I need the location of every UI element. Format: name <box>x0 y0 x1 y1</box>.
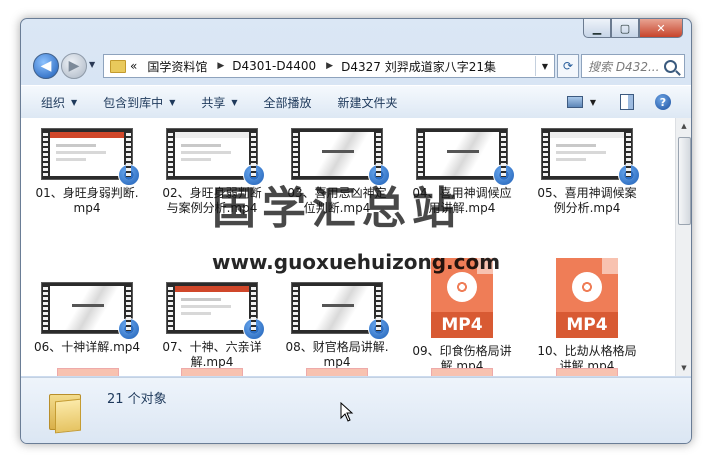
folder-icon <box>110 59 126 73</box>
watermark-url: www.guoxuehuizong.com <box>212 250 501 274</box>
view-dropdown[interactable]: ▼ <box>587 90 599 114</box>
file-item[interactable]: MP4 09、印食伤格局讲解.mp4 <box>406 258 518 374</box>
search-box[interactable]: 搜索 D432... <box>581 54 685 78</box>
search-input[interactable]: 搜索 D432... <box>588 58 662 75</box>
minimize-icon: ▁ <box>592 21 602 35</box>
triangle-up-icon: ▲ <box>681 122 687 130</box>
scrollbar-thumb[interactable] <box>678 137 691 225</box>
chevron-down-icon: ▼ <box>71 97 78 107</box>
video-thumbnail <box>291 282 390 340</box>
back-button[interactable]: ◀ <box>33 53 59 79</box>
film-reel-icon <box>572 272 602 302</box>
file-item[interactable]: 01、身旺身弱判断.mp4 <box>31 128 143 216</box>
maximize-icon: ▢ <box>619 21 631 35</box>
file-item[interactable]: 06、十神详解.mp4 <box>31 282 143 355</box>
chevron-down-icon: ▼ <box>541 61 549 71</box>
help-button[interactable]: ? <box>653 90 673 114</box>
scroll-down-button[interactable]: ▼ <box>676 360 691 376</box>
new-folder-button[interactable]: 新建文件夹 <box>332 90 404 114</box>
file-item[interactable]: 05、喜用神调候案例分析.mp4 <box>531 128 643 216</box>
film-reel-icon <box>447 272 477 302</box>
change-view-button[interactable] <box>565 90 585 114</box>
file-item[interactable]: 07、十神、六亲详解.mp4 <box>156 282 268 370</box>
file-name: 05、喜用神调候案例分析.mp4 <box>537 186 637 215</box>
breadcrumb-item[interactable]: D4327 刘羿成道家八字21集 <box>341 58 496 75</box>
partial-file-item[interactable] <box>181 368 243 376</box>
file-item[interactable]: MP4 10、比劫从格格局讲解.mp4 <box>531 258 643 374</box>
mouse-cursor-icon <box>340 402 354 422</box>
chevron-down-icon: ▼ <box>589 97 597 107</box>
share-label: 共享 <box>201 95 226 110</box>
folder-icon <box>49 390 81 434</box>
search-icon[interactable] <box>664 59 677 73</box>
file-name: 06、十神详解.mp4 <box>33 340 141 354</box>
chevron-down-icon: ▼ <box>231 97 238 107</box>
watermark-title: 国学汇总站 <box>212 183 462 234</box>
file-name: 01、身旺身弱判断.mp4 <box>35 186 139 215</box>
chevron-right-icon[interactable]: ▶ <box>326 61 333 71</box>
close-button[interactable]: ✕ <box>639 19 683 38</box>
close-icon: ✕ <box>656 21 666 35</box>
arrow-left-icon: ◀ <box>40 58 52 74</box>
include-in-library-button[interactable]: 包含到库中 ▼ <box>97 90 181 114</box>
share-button[interactable]: 共享 ▼ <box>195 90 243 114</box>
help-icon: ? <box>655 94 671 110</box>
address-row: ◀ ▶ ▼ « 国学资料馆 ▶ D4301-D4400 ▶ D4327 刘羿成道… <box>29 51 685 79</box>
item-count: 21 个对象 <box>107 392 167 407</box>
breadcrumb-item[interactable]: D4301-D4400 <box>232 59 316 73</box>
file-item[interactable]: 08、财官格局讲解.mp4 <box>281 282 393 370</box>
file-name: 07、十神、六亲详解.mp4 <box>162 340 262 369</box>
breadcrumb-overflow[interactable]: « <box>130 59 137 73</box>
media-player-icon <box>118 318 140 340</box>
address-dropdown[interactable]: ▼ <box>535 56 554 76</box>
include-in-library-label: 包含到库中 <box>103 95 164 110</box>
refresh-button[interactable]: ⟳ <box>557 54 579 78</box>
organize-label: 组织 <box>41 95 66 110</box>
address-bar[interactable]: « 国学资料馆 ▶ D4301-D4400 ▶ D4327 刘羿成道家八字21集… <box>103 54 555 78</box>
play-all-label: 全部播放 <box>263 95 312 110</box>
partial-file-item[interactable] <box>57 368 119 376</box>
refresh-icon: ⟳ <box>562 59 574 73</box>
maximize-button[interactable]: ▢ <box>611 19 639 38</box>
minimize-button[interactable]: ▁ <box>583 19 611 38</box>
partial-file-item[interactable] <box>556 368 618 376</box>
view-icon <box>567 96 583 108</box>
file-list[interactable]: 01、身旺身弱判断.mp4 02、身旺身弱判断与案例分析.mp4 03、喜用忌凶… <box>21 118 675 376</box>
preview-pane-button[interactable] <box>617 90 637 114</box>
vertical-scrollbar[interactable]: ▲ ▼ <box>675 118 691 376</box>
command-bar: 组织 ▼ 包含到库中 ▼ 共享 ▼ 全部播放 新建文件夹 ▼ ? <box>21 85 691 119</box>
triangle-down-icon: ▼ <box>681 364 687 372</box>
chevron-right-icon[interactable]: ▶ <box>217 61 224 71</box>
caption-buttons: ▁ ▢ ✕ <box>583 19 683 38</box>
mp4-text: MP4 <box>556 312 618 338</box>
media-player-icon <box>368 318 390 340</box>
video-thumbnail <box>41 282 140 340</box>
mp4-file-icon: MP4 <box>556 258 618 338</box>
mp4-text: MP4 <box>431 312 493 338</box>
organize-button[interactable]: 组织 ▼ <box>35 90 83 114</box>
media-player-icon <box>493 164 515 186</box>
partial-file-item[interactable] <box>306 368 368 376</box>
video-thumbnail <box>166 282 265 340</box>
file-name: 08、财官格局讲解.mp4 <box>285 340 389 369</box>
new-folder-label: 新建文件夹 <box>337 95 398 110</box>
preview-pane-icon <box>620 94 634 110</box>
chevron-down-icon: ▼ <box>169 97 176 107</box>
partial-file-item[interactable] <box>431 368 493 376</box>
arrow-right-icon: ▶ <box>68 58 80 74</box>
details-pane: 21 个对象 <box>21 377 691 443</box>
media-player-icon <box>618 164 640 186</box>
scroll-up-button[interactable]: ▲ <box>676 118 691 134</box>
media-player-icon <box>118 164 140 186</box>
video-thumbnail <box>541 128 640 186</box>
recent-pages-dropdown[interactable]: ▼ <box>89 60 95 69</box>
breadcrumb-item[interactable]: 国学资料馆 <box>147 58 207 75</box>
media-player-icon <box>243 318 265 340</box>
play-all-button[interactable]: 全部播放 <box>258 90 318 114</box>
forward-button[interactable]: ▶ <box>61 53 87 79</box>
video-thumbnail <box>41 128 140 186</box>
